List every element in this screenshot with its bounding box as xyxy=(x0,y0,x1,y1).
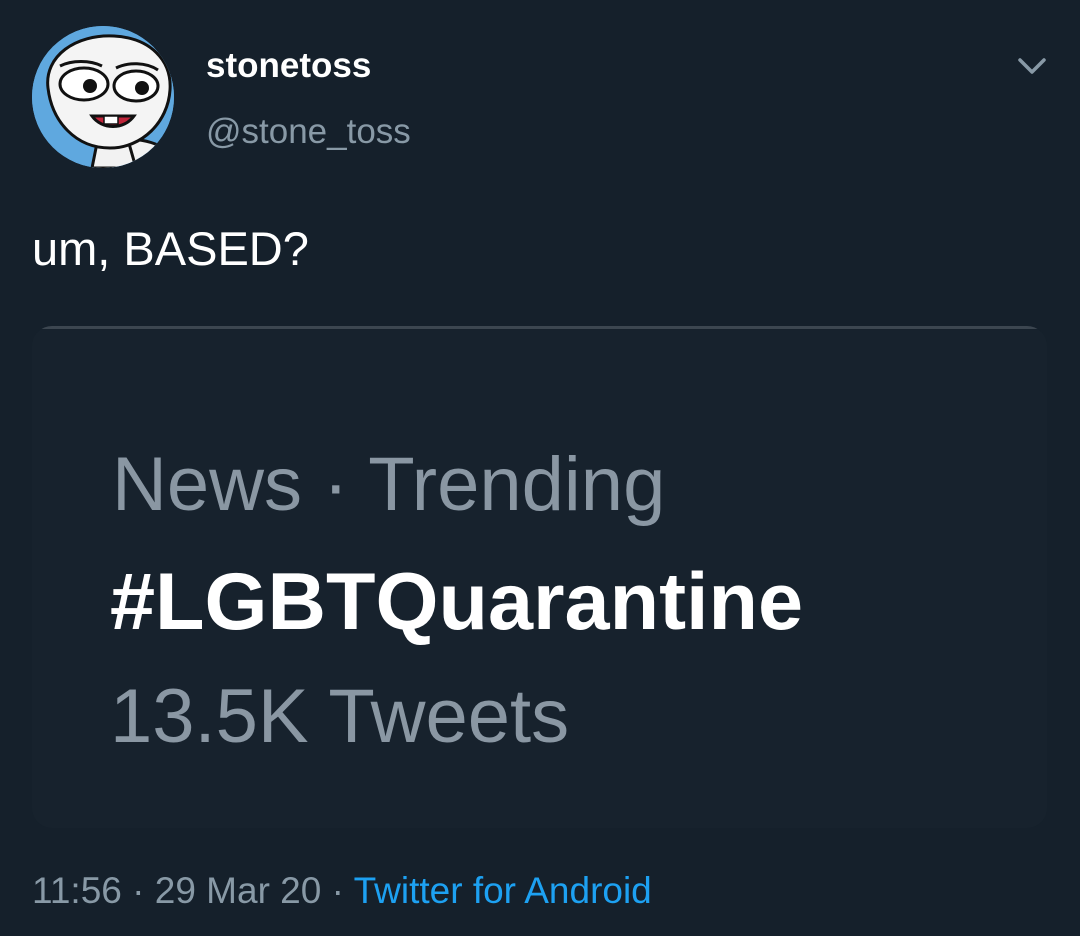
tweet-time[interactable]: 11:56 xyxy=(32,870,122,911)
author-display-name[interactable]: stonetoss xyxy=(206,44,371,88)
cartoon-face-icon xyxy=(32,26,174,168)
author-handle[interactable]: @stone_toss xyxy=(206,110,411,154)
trend-hashtag: #LGBTQuarantine xyxy=(110,557,804,647)
trend-tweet-count: 13.5K Tweets xyxy=(110,674,570,759)
meta-separator: · xyxy=(331,870,344,911)
more-options-button[interactable] xyxy=(1010,48,1054,84)
tweet-metadata: 11:56 · 29 Mar 20 · Twitter for Android xyxy=(32,868,652,914)
trend-category: News · Trending xyxy=(112,442,666,527)
tweet-media-image[interactable]: News · Trending #LGBTQuarantine 13.5K Tw… xyxy=(32,326,1047,828)
tweet-text: um, BASED? xyxy=(32,222,309,275)
avatar[interactable] xyxy=(32,26,174,168)
tweet-source-link[interactable]: Twitter for Android xyxy=(354,870,652,911)
chevron-down-icon xyxy=(1018,58,1046,74)
tweet-date[interactable]: 29 Mar 20 xyxy=(155,870,322,911)
media-divider xyxy=(40,326,1039,329)
meta-separator: · xyxy=(132,870,145,911)
trend-screenshot: News · Trending #LGBTQuarantine 13.5K Tw… xyxy=(32,330,1047,828)
